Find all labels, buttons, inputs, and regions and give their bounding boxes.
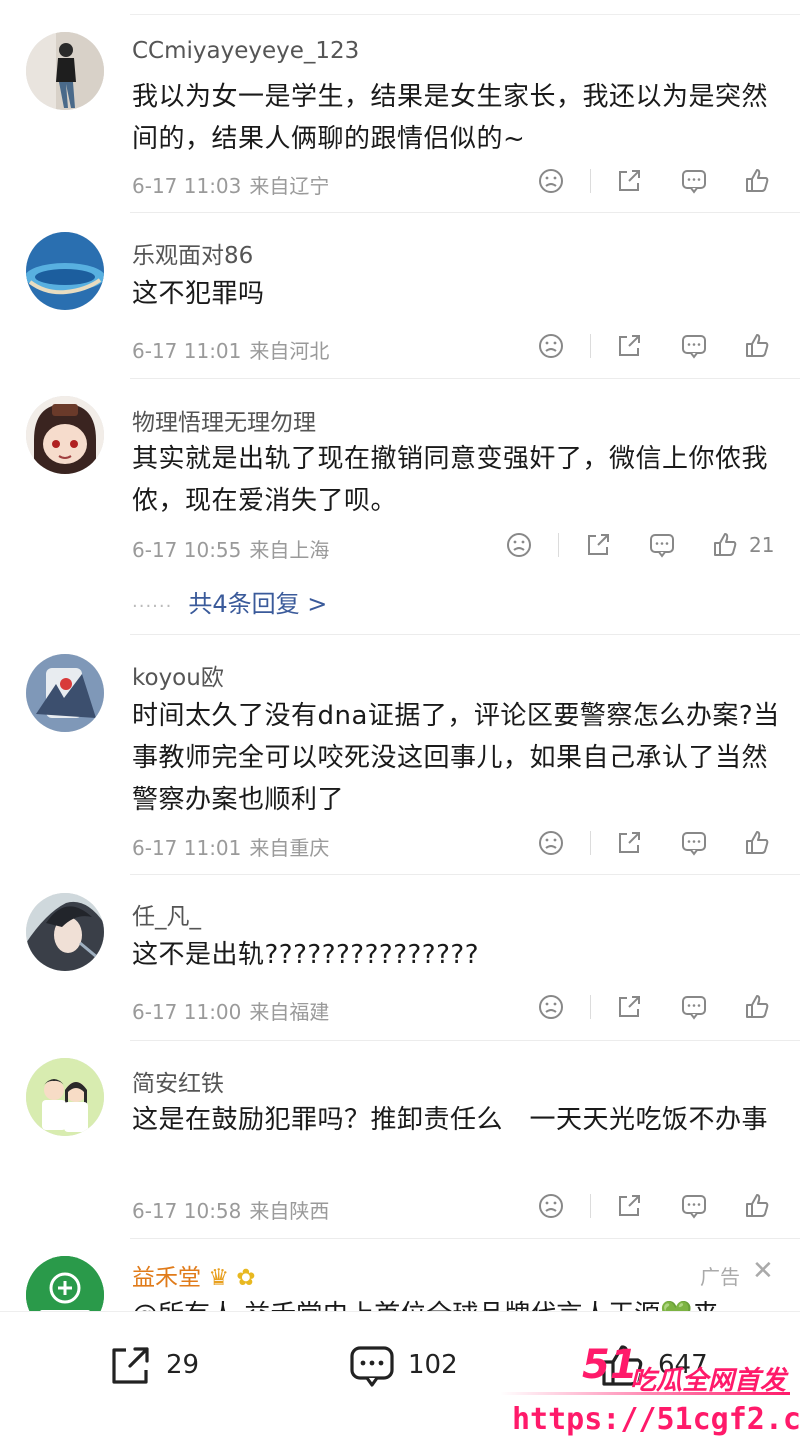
comment-separator (130, 874, 800, 875)
dislike-icon[interactable] (505, 531, 535, 561)
share-icon (112, 1347, 149, 1384)
crown-icon: ♛ (208, 1265, 229, 1291)
dislike-icon[interactable] (537, 993, 567, 1023)
watermark: 51 吃瓜全网首发 https://51cgf2.com (500, 1342, 800, 1452)
repost-button[interactable]: 29 (106, 1342, 226, 1392)
comment-actions (0, 167, 800, 197)
dislike-icon[interactable] (537, 829, 567, 859)
like-count: 21 (749, 533, 775, 557)
comment-text: 这不犯罪吗 (132, 279, 265, 309)
flower-icon: ✿ (236, 1265, 256, 1291)
username[interactable]: 乐观面对86 (132, 236, 253, 270)
share-icon[interactable] (615, 167, 645, 197)
like-icon[interactable] (743, 993, 773, 1023)
replies-dots: ······ (132, 596, 173, 617)
dislike-icon[interactable] (537, 167, 567, 197)
username[interactable]: 简安红铁 (132, 1064, 224, 1098)
avatar[interactable] (26, 232, 104, 310)
avatar[interactable] (26, 32, 104, 110)
comment-count: 102 (408, 1350, 458, 1380)
comment-separator (130, 1238, 800, 1239)
action-divider (590, 995, 591, 1019)
share-icon[interactable] (615, 829, 645, 859)
action-divider (590, 169, 591, 193)
watermark-line (500, 1392, 790, 1395)
close-icon[interactable]: ✕ (752, 1256, 774, 1286)
comment-text: 其实就是出轨了现在撤销同意变强奸了，微信上你侬我侬，现在爱消失了呗。 (132, 444, 769, 516)
comment-separator (130, 378, 800, 379)
comment-actions (0, 993, 800, 1023)
view-replies-link[interactable]: ······ 共4条回复 > (132, 584, 327, 619)
repost-count: 29 (166, 1350, 200, 1380)
comment-text: 这不是出轨??????????????? (132, 940, 479, 970)
username[interactable]: CCmiyayeyeye_123 (132, 38, 359, 64)
comment-actions (0, 332, 800, 362)
comment-text: 这是在鼓励犯罪吗？推卸责任么 一天天光吃饭不办事 (132, 1105, 769, 1135)
share-icon[interactable] (584, 531, 614, 561)
ad-badge: 广告 (700, 1261, 740, 1290)
watermark-url: https://51cgf2.com (512, 1402, 800, 1437)
comment-icon[interactable] (680, 829, 710, 859)
share-icon[interactable] (615, 1192, 645, 1222)
comment-separator (130, 634, 800, 635)
avatar[interactable] (26, 654, 104, 732)
username[interactable]: 物理悟理无理勿理 (132, 403, 316, 437)
username[interactable]: koyou欧 (132, 658, 224, 692)
like-icon[interactable] (711, 531, 741, 561)
action-divider (590, 1194, 591, 1218)
avatar[interactable] (26, 893, 104, 971)
action-divider (590, 831, 591, 855)
dislike-icon[interactable] (537, 1192, 567, 1222)
like-icon[interactable] (743, 332, 773, 362)
comment-actions (0, 1192, 800, 1222)
comment-icon[interactable] (648, 531, 678, 561)
ad-badge-text: 广告 (700, 1265, 740, 1289)
ad-name-text: 益禾堂 (132, 1265, 201, 1291)
comment-text: 我以为女一是学生，结果是女生家长，我还以为是突然间的，结果人俩聊的跟情侣似的~ (132, 82, 769, 154)
ad-account-name[interactable]: 益禾堂 ♛ ✿ (132, 1258, 256, 1292)
like-icon[interactable] (743, 167, 773, 197)
like-icon[interactable] (743, 1192, 773, 1222)
share-icon[interactable] (615, 993, 645, 1023)
replies-label: 共4条回复 > (188, 590, 328, 618)
comment-icon (350, 1346, 394, 1387)
comment-separator (130, 1040, 800, 1041)
comment-button[interactable]: 102 (348, 1342, 488, 1392)
comment-icon[interactable] (680, 993, 710, 1023)
share-icon[interactable] (615, 332, 645, 362)
username[interactable]: 任_凡_ (132, 897, 201, 931)
action-divider (558, 533, 559, 557)
avatar[interactable] (26, 1058, 104, 1136)
comment-icon[interactable] (680, 1192, 710, 1222)
ad-text: @所有人 益禾堂史上首位全球品牌代言人王源💚来 (132, 1294, 782, 1314)
comment-icon[interactable] (680, 167, 710, 197)
comment-separator (130, 212, 800, 213)
avatar[interactable] (26, 396, 104, 474)
comment-icon[interactable] (680, 332, 710, 362)
like-icon[interactable] (743, 829, 773, 859)
top-separator (130, 14, 800, 15)
comment-actions: 21 (0, 531, 800, 561)
action-divider (590, 334, 591, 358)
comment-actions (0, 829, 800, 859)
dislike-icon[interactable] (537, 332, 567, 362)
comment-text: 时间太久了没有dna证据了，评论区要警察怎么办案?当事教师完全可以咬死没这回事儿… (132, 701, 780, 815)
